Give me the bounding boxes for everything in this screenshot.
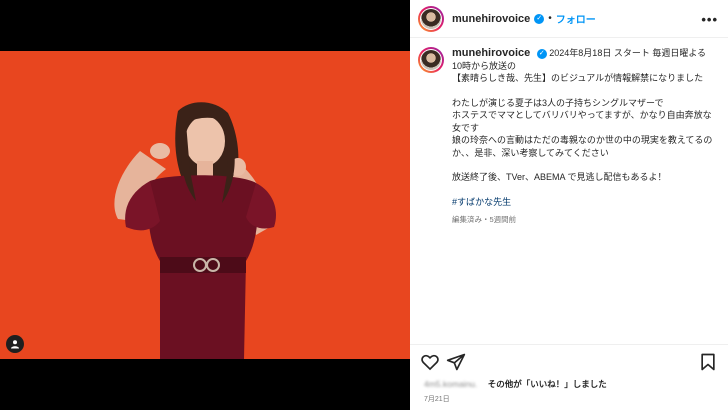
post-caption: munehirovoice ✓ 2024年8月18日 スタート 毎週日曜よる10… (452, 47, 714, 227)
post-panel: munehirovoice ✓ • フォロー ••• munehirovoice… (410, 0, 728, 410)
likes-username[interactable]: 4m5.komainu. (424, 379, 477, 389)
share-icon[interactable] (446, 352, 466, 372)
avatar[interactable] (418, 5, 444, 32)
caption-meta: 編集済み・5週間前 (452, 215, 517, 224)
verified-badge-icon: ✓ (534, 13, 545, 24)
separator-dot: • (548, 13, 552, 24)
post-photo[interactable] (0, 51, 410, 359)
likes-summary: 4m5.komainu. その他が「いいね！」しました (424, 378, 607, 390)
bookmark-icon[interactable] (698, 352, 718, 372)
caption-line: 娘の玲奈への言動はただの毒親なのか世の中の現実を教えてるのか、、是非、深い考察し… (452, 135, 713, 158)
action-bar (410, 350, 728, 374)
post-media (0, 0, 410, 410)
woman-portrait-image (0, 51, 410, 359)
caption-line: わたしが演じる夏子は3人の子持ちシングルマザーで (452, 97, 664, 108)
hashtag-link[interactable]: #すばかな先生 (452, 196, 714, 209)
avatar[interactable] (418, 47, 444, 73)
caption-username[interactable]: munehirovoice (452, 47, 530, 59)
post-date: 7月21日 (424, 396, 450, 403)
heart-icon[interactable] (420, 352, 440, 372)
caption-row: munehirovoice ✓ 2024年8月18日 スタート 毎週日曜よる10… (418, 47, 720, 227)
username-link[interactable]: munehirovoice (452, 13, 530, 25)
follow-button[interactable]: フォロー (556, 11, 596, 26)
caption-line: 放送終了後、TVer、ABEMA で見逃し配信もあるよ！ (452, 172, 667, 182)
verified-badge-icon: ✓ (536, 48, 547, 59)
post-comments: munehirovoice ✓ 2024年8月18日 スタート 毎週日曜よる10… (410, 39, 728, 345)
user-tag-icon[interactable] (6, 335, 24, 353)
more-options-icon[interactable]: ••• (701, 12, 718, 27)
post-header: munehirovoice ✓ • フォロー ••• (410, 0, 728, 38)
caption-line: ホステスでママとしてバリバリやってますが、かなり自由奔放な女です (452, 110, 712, 133)
likes-text[interactable]: その他が「いいね！」しました (488, 379, 607, 389)
caption-line: 【素晴らしき哉、先生】のビジュアルが情報解禁になりました (452, 73, 704, 83)
